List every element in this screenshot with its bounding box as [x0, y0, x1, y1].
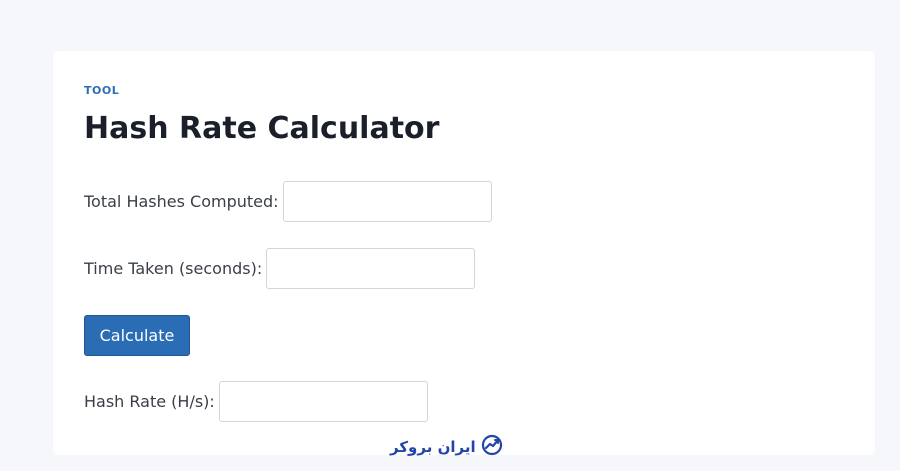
total-hashes-label: Total Hashes Computed: — [84, 192, 279, 211]
total-hashes-input[interactable] — [282, 181, 492, 222]
trend-circle-logo-icon — [481, 434, 503, 460]
calculator-card: TOOL Hash Rate Calculator Total Hashes C… — [53, 51, 875, 455]
total-hashes-row: Total Hashes Computed: — [84, 181, 492, 222]
time-taken-input[interactable] — [266, 248, 476, 289]
tool-eyebrow: TOOL — [84, 84, 120, 97]
hash-rate-row: Hash Rate (H/s): — [84, 381, 428, 422]
watermark-text: ایران بروکر — [390, 438, 476, 456]
hash-rate-label: Hash Rate (H/s): — [84, 392, 215, 411]
time-taken-label: Time Taken (seconds): — [84, 259, 263, 278]
time-taken-row: Time Taken (seconds): — [84, 248, 476, 289]
calculate-button[interactable]: Calculate — [84, 315, 190, 356]
watermark-logo: ایران بروکر — [390, 434, 503, 460]
hash-rate-output[interactable] — [218, 381, 428, 422]
page-title: Hash Rate Calculator — [84, 111, 440, 146]
